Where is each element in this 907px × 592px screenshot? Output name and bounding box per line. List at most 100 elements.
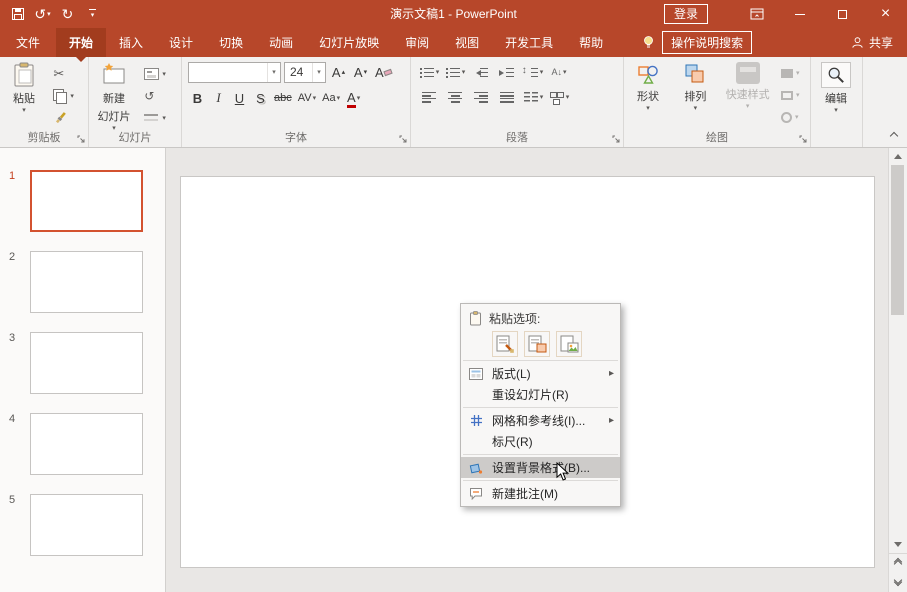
shape-outline-button[interactable]: ▾ bbox=[778, 87, 803, 104]
tab-slideshow[interactable]: 幻灯片放映 bbox=[306, 28, 392, 57]
tab-view[interactable]: 视图 bbox=[442, 28, 492, 57]
save-button[interactable] bbox=[5, 1, 30, 27]
underline-button[interactable]: U bbox=[230, 88, 249, 109]
font-size-dropdown-icon[interactable]: ▾ bbox=[312, 63, 325, 82]
arrange-button[interactable]: 排列 ▾ bbox=[673, 57, 717, 131]
font-size-value: 24 bbox=[285, 65, 312, 79]
paste-keep-source-formatting-button[interactable] bbox=[492, 331, 518, 357]
italic-button[interactable]: I bbox=[209, 88, 228, 109]
text-shadow-button[interactable]: S bbox=[251, 88, 270, 109]
clear-formatting-button[interactable]: A bbox=[373, 62, 394, 83]
font-dialog-launcher[interactable] bbox=[399, 135, 408, 144]
shape-effects-button[interactable]: ▾ bbox=[778, 109, 803, 126]
save-icon bbox=[11, 7, 25, 21]
align-center-button[interactable] bbox=[443, 87, 467, 108]
shapes-button[interactable]: 形状 ▾ bbox=[626, 57, 670, 131]
font-color-button[interactable]: A▾ bbox=[344, 88, 363, 109]
strikethrough-button[interactable]: abc bbox=[272, 88, 294, 109]
font-name-dropdown-icon[interactable]: ▾ bbox=[267, 63, 280, 82]
slide-layout-button[interactable]: ▾ bbox=[140, 63, 170, 85]
collapse-ribbon-button[interactable] bbox=[887, 130, 901, 142]
tab-transitions[interactable]: 切换 bbox=[206, 28, 256, 57]
editing-button[interactable]: 编辑 ▾ bbox=[813, 57, 859, 131]
tab-animations[interactable]: 动画 bbox=[256, 28, 306, 57]
vertical-scrollbar[interactable] bbox=[888, 148, 907, 592]
tab-design[interactable]: 设计 bbox=[156, 28, 206, 57]
menu-item-format-background[interactable]: 设置背景格式(B)... bbox=[461, 457, 620, 478]
scroll-down-button[interactable] bbox=[889, 536, 907, 552]
menu-item-layout[interactable]: 版式(L) ▸ bbox=[461, 363, 620, 384]
share-button[interactable]: 共享 bbox=[837, 28, 907, 57]
format-painter-button[interactable] bbox=[49, 107, 78, 129]
increase-indent-button[interactable] bbox=[495, 62, 519, 83]
sign-in-button[interactable]: 登录 bbox=[664, 4, 708, 24]
menu-item-reset-slide[interactable]: 重设幻灯片(R) bbox=[461, 384, 620, 405]
redo-button[interactable]: ↻ bbox=[55, 1, 80, 27]
slide-5-thumbnail[interactable] bbox=[30, 494, 143, 556]
change-case-button[interactable]: Aa▾ bbox=[320, 88, 342, 109]
menu-separator bbox=[463, 407, 618, 408]
character-spacing-button[interactable]: AV▾ bbox=[296, 88, 318, 109]
tab-review[interactable]: 审阅 bbox=[392, 28, 442, 57]
decrease-indent-button[interactable] bbox=[469, 62, 493, 83]
paste-button[interactable]: 粘贴 ▾ bbox=[2, 57, 46, 131]
slide-4-thumbnail[interactable] bbox=[30, 413, 143, 475]
font-size-combo[interactable]: 24 ▾ bbox=[284, 62, 326, 83]
reset-slide-button[interactable]: ↺ bbox=[140, 85, 170, 107]
clipboard-group-label: 剪贴板 bbox=[0, 129, 88, 145]
increase-font-button[interactable]: A▴ bbox=[329, 62, 348, 83]
customize-qat-button[interactable]: ▾ bbox=[80, 1, 105, 27]
section-button[interactable]: ▾ bbox=[140, 107, 170, 129]
align-right-button[interactable] bbox=[469, 87, 493, 108]
new-slide-button[interactable]: 新建 幻灯片 ▾ bbox=[91, 57, 137, 131]
menu-item-ruler[interactable]: 标尺(R) bbox=[461, 431, 620, 452]
decrease-font-button[interactable]: A▾ bbox=[351, 62, 370, 83]
drawing-dialog-launcher[interactable] bbox=[799, 135, 808, 144]
editing-label: 编辑 bbox=[825, 90, 847, 106]
convert-smartart-button[interactable]: ▾ bbox=[547, 87, 571, 108]
tell-me-search[interactable]: 操作说明搜索 bbox=[662, 31, 752, 54]
paste-use-destination-theme-button[interactable] bbox=[524, 331, 550, 357]
slide-3-thumbnail[interactable] bbox=[30, 332, 143, 394]
justify-button[interactable] bbox=[495, 87, 519, 108]
paste-as-picture-button[interactable] bbox=[556, 331, 582, 357]
font-group-label: 字体 bbox=[182, 129, 410, 145]
paste-options-label: 粘贴选项: bbox=[489, 310, 540, 327]
cut-button[interactable]: ✂ bbox=[49, 63, 78, 85]
columns-button[interactable]: ▾ bbox=[521, 87, 545, 108]
bold-button[interactable]: B bbox=[188, 88, 207, 109]
tab-help[interactable]: 帮助 bbox=[566, 28, 616, 57]
numbering-button[interactable]: ▾ bbox=[443, 62, 467, 83]
menu-item-grid-and-guides[interactable]: 网格和参考线(I)... ▸ bbox=[461, 410, 620, 431]
align-left-button[interactable] bbox=[417, 87, 441, 108]
tab-insert[interactable]: 插入 bbox=[106, 28, 156, 57]
font-name-combo[interactable]: ▾ bbox=[188, 62, 281, 83]
copy-button[interactable]: ▾ bbox=[49, 85, 78, 107]
text-direction-button[interactable]: A↓▾ bbox=[547, 62, 571, 83]
menu-item-new-comment[interactable]: 新建批注(M) bbox=[461, 483, 620, 504]
editing-icon-frame bbox=[821, 62, 851, 88]
slide-1-thumbnail[interactable] bbox=[30, 170, 143, 232]
tab-developer[interactable]: 开发工具 bbox=[492, 28, 566, 57]
bullets-button[interactable]: ▾ bbox=[417, 62, 441, 83]
next-slide-button[interactable] bbox=[889, 572, 907, 590]
paragraph-dialog-launcher[interactable] bbox=[612, 135, 621, 144]
drawing-group: 形状 ▾ 排列 ▾ 快速样式 ▾ ▾ ▾ ▾ 绘图 bbox=[624, 57, 811, 147]
undo-button[interactable]: ↺ ▾ bbox=[30, 1, 55, 27]
close-button[interactable]: × bbox=[864, 0, 907, 28]
previous-slide-button[interactable] bbox=[889, 553, 907, 571]
paste-dropdown-icon: ▾ bbox=[22, 108, 26, 113]
slide-2-thumbnail[interactable] bbox=[30, 251, 143, 313]
tab-home[interactable]: 开始 bbox=[56, 28, 106, 57]
slides-group-label: 幻灯片 bbox=[89, 129, 181, 145]
scroll-up-button[interactable] bbox=[889, 148, 907, 164]
clipboard-dialog-launcher[interactable] bbox=[77, 135, 86, 144]
maximize-button[interactable] bbox=[821, 0, 864, 28]
quick-styles-button[interactable]: 快速样式 ▾ bbox=[721, 57, 775, 131]
scrollbar-thumb[interactable] bbox=[891, 165, 904, 315]
minimize-button[interactable] bbox=[778, 0, 821, 28]
line-spacing-button[interactable]: ↕▾ bbox=[521, 62, 545, 83]
ribbon-display-options-button[interactable] bbox=[735, 0, 778, 28]
tab-file[interactable]: 文件 bbox=[0, 28, 56, 57]
shape-fill-button[interactable]: ▾ bbox=[778, 65, 803, 82]
